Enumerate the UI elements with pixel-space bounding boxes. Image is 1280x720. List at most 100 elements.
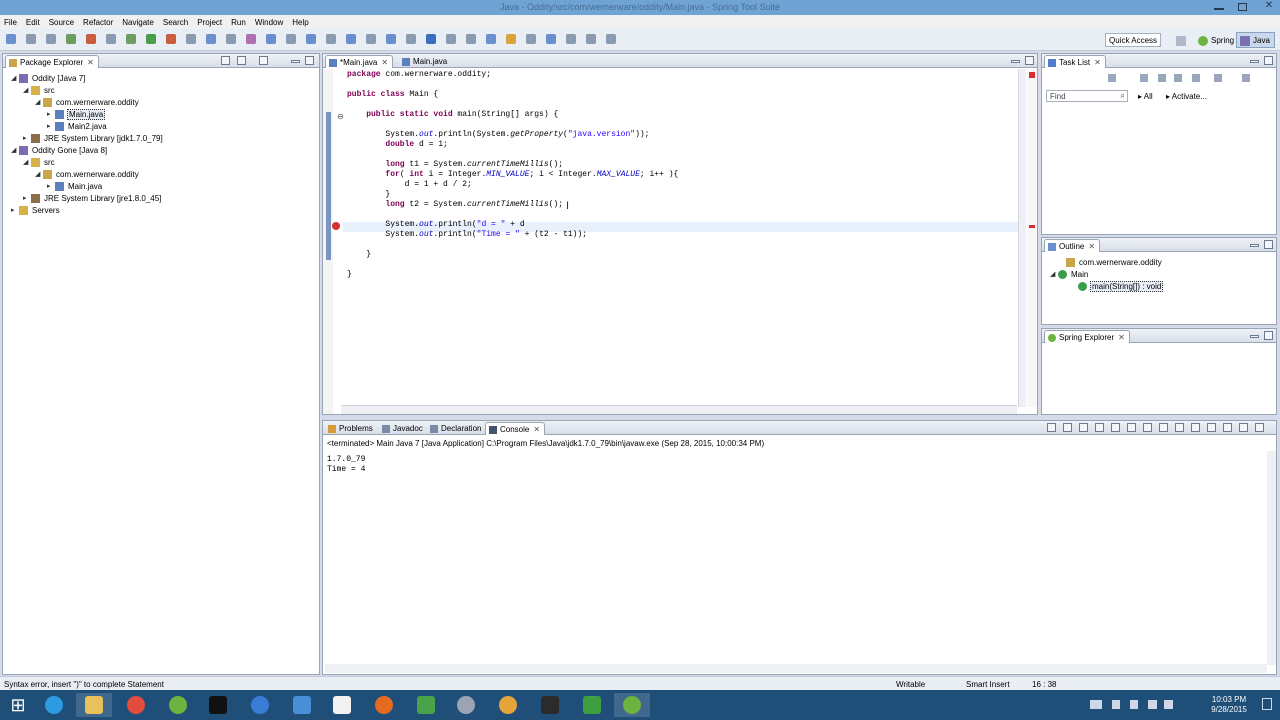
toolbar-button-icon[interactable] bbox=[286, 34, 296, 44]
tab-main-java-dirty[interactable]: *Main.java ✕ bbox=[325, 55, 394, 68]
tree-item[interactable]: ◢ com.wernerware.oddity bbox=[35, 96, 140, 108]
view-menu-button[interactable] bbox=[259, 56, 268, 65]
tree-item[interactable]: ◢ Oddity [Java 7] bbox=[11, 72, 86, 84]
collapse-all-button[interactable] bbox=[221, 56, 230, 65]
clock[interactable]: 10:03 PM 9/28/2015 bbox=[1204, 695, 1254, 715]
maximize-view-button[interactable] bbox=[305, 56, 314, 65]
new-task-icon[interactable] bbox=[1108, 74, 1116, 82]
console-tool-button[interactable] bbox=[1223, 423, 1232, 432]
network-icon[interactable] bbox=[1148, 700, 1157, 709]
expand-icon[interactable]: ▸ bbox=[11, 206, 19, 214]
toolbar-button-icon[interactable] bbox=[126, 34, 136, 44]
sync-icon[interactable] bbox=[1158, 74, 1166, 82]
close-button[interactable]: ✕ bbox=[1258, 0, 1280, 14]
keyboard-icon[interactable] bbox=[1090, 700, 1102, 709]
toolbar-button-icon[interactable] bbox=[466, 34, 476, 44]
expand-icon[interactable]: ▸ bbox=[47, 122, 55, 130]
close-icon[interactable]: ✕ bbox=[381, 58, 388, 67]
expand-icon[interactable]: ▸ bbox=[47, 182, 55, 190]
taskbar-sts[interactable] bbox=[160, 693, 196, 717]
toolbar-button-icon[interactable] bbox=[586, 34, 596, 44]
link-editor-button[interactable] bbox=[237, 56, 246, 65]
console-tool-button[interactable] bbox=[1095, 423, 1104, 432]
menu-source[interactable]: Source bbox=[49, 18, 74, 27]
toolbar-button-icon[interactable] bbox=[106, 34, 116, 44]
console-tool-button[interactable] bbox=[1079, 423, 1088, 432]
taskbar-app13[interactable] bbox=[532, 693, 568, 717]
expand-icon[interactable]: ◢ bbox=[11, 146, 19, 154]
taskbar-app11[interactable] bbox=[448, 693, 484, 717]
minimize-view-button[interactable] bbox=[1250, 60, 1259, 63]
task-activate-link[interactable]: ▸ Activate... bbox=[1166, 92, 1207, 101]
task-find-input[interactable]: Find ⌕ bbox=[1046, 90, 1128, 102]
taskbar-app14[interactable] bbox=[574, 693, 610, 717]
close-icon[interactable]: ✕ bbox=[1088, 242, 1095, 251]
tray-icon[interactable] bbox=[1130, 700, 1138, 709]
maximize-button[interactable] bbox=[1238, 3, 1247, 11]
toolbar-button-icon[interactable] bbox=[146, 34, 156, 44]
console-tool-button[interactable] bbox=[1255, 423, 1264, 432]
menu-run[interactable]: Run bbox=[231, 18, 246, 27]
tab-declaration[interactable]: Declaration bbox=[427, 422, 485, 435]
console-tool-button[interactable] bbox=[1207, 423, 1216, 432]
taskbar-explorer[interactable] bbox=[76, 693, 112, 717]
outline-method[interactable]: main(String[]) : void bbox=[1078, 280, 1164, 292]
tree-item[interactable]: ◢ com.wernerware.oddity bbox=[35, 168, 140, 180]
expand-icon[interactable]: ◢ bbox=[35, 98, 43, 106]
console-tool-button[interactable] bbox=[1047, 423, 1056, 432]
perspective-java[interactable]: Java bbox=[1236, 32, 1275, 48]
filter-icon[interactable] bbox=[1140, 74, 1148, 82]
expand-icon[interactable]: ◢ bbox=[23, 86, 31, 94]
console-tool-button[interactable] bbox=[1111, 423, 1120, 432]
tab-outline[interactable]: Outline ✕ bbox=[1044, 239, 1101, 252]
tree-item[interactable]: ◢ src bbox=[23, 84, 56, 96]
toolbar-button-icon[interactable] bbox=[166, 34, 176, 44]
delete-icon[interactable] bbox=[1214, 74, 1222, 82]
taskbar-app15[interactable] bbox=[614, 693, 650, 717]
console-tool-button[interactable] bbox=[1063, 423, 1072, 432]
settings-icon[interactable] bbox=[1242, 74, 1250, 82]
toolbar-button-icon[interactable] bbox=[506, 34, 516, 44]
toolbar-button-icon[interactable] bbox=[386, 34, 396, 44]
start-button[interactable]: ⊞ bbox=[0, 693, 36, 717]
tree-item[interactable]: ▸ Main.java bbox=[47, 180, 103, 192]
tab-javadoc[interactable]: Javadoc bbox=[379, 422, 427, 435]
tab-console[interactable]: Console ✕ bbox=[485, 422, 546, 435]
expand-icon[interactable]: ◢ bbox=[1050, 270, 1058, 278]
minimize-view-button[interactable] bbox=[1250, 335, 1259, 338]
toolbar-button-icon[interactable] bbox=[606, 34, 616, 44]
expand-icon[interactable]: ▸ bbox=[23, 134, 31, 142]
tab-package-explorer[interactable]: Package Explorer ✕ bbox=[5, 55, 99, 68]
taskbar-ie[interactable] bbox=[36, 693, 72, 717]
tray-icon[interactable] bbox=[1112, 700, 1120, 709]
toolbar-button-icon[interactable] bbox=[526, 34, 536, 44]
expand-icon[interactable]: ▸ bbox=[47, 110, 55, 118]
menu-edit[interactable]: Edit bbox=[26, 18, 40, 27]
toolbar-button-icon[interactable] bbox=[426, 34, 436, 44]
maximize-view-button[interactable] bbox=[1264, 240, 1273, 249]
tree-item[interactable]: ▸ Servers bbox=[11, 204, 61, 216]
toolbar-button-icon[interactable] bbox=[346, 34, 356, 44]
minimize-view-button[interactable] bbox=[1011, 60, 1020, 63]
taskbar-app10[interactable] bbox=[408, 693, 444, 717]
toolbar-button-icon[interactable] bbox=[26, 34, 36, 44]
menu-search[interactable]: Search bbox=[163, 18, 188, 27]
code-area[interactable]: package com.wernerware.oddity; public cla… bbox=[347, 70, 678, 280]
close-icon[interactable]: ✕ bbox=[533, 425, 540, 434]
console-hscrollbar[interactable] bbox=[325, 664, 1267, 673]
minimize-view-button[interactable] bbox=[291, 60, 300, 63]
volume-icon[interactable] bbox=[1164, 700, 1173, 709]
toolbar-button-icon[interactable] bbox=[46, 34, 56, 44]
toolbar-button-icon[interactable] bbox=[406, 34, 416, 44]
tab-problems[interactable]: Problems bbox=[325, 422, 377, 435]
console-tool-button[interactable] bbox=[1191, 423, 1200, 432]
minimize-view-button[interactable] bbox=[1250, 244, 1259, 247]
menu-window[interactable]: Window bbox=[255, 18, 283, 27]
toolbar-button-icon[interactable] bbox=[486, 34, 496, 44]
tree-item[interactable]: ▸ Main2.java bbox=[47, 120, 108, 132]
close-icon[interactable]: ✕ bbox=[1118, 333, 1125, 342]
collapse-icon[interactable] bbox=[1174, 74, 1182, 82]
toolbar-button-icon[interactable] bbox=[546, 34, 556, 44]
open-perspective-button[interactable] bbox=[1172, 32, 1190, 48]
tab-task-list[interactable]: Task List ✕ bbox=[1044, 55, 1106, 68]
